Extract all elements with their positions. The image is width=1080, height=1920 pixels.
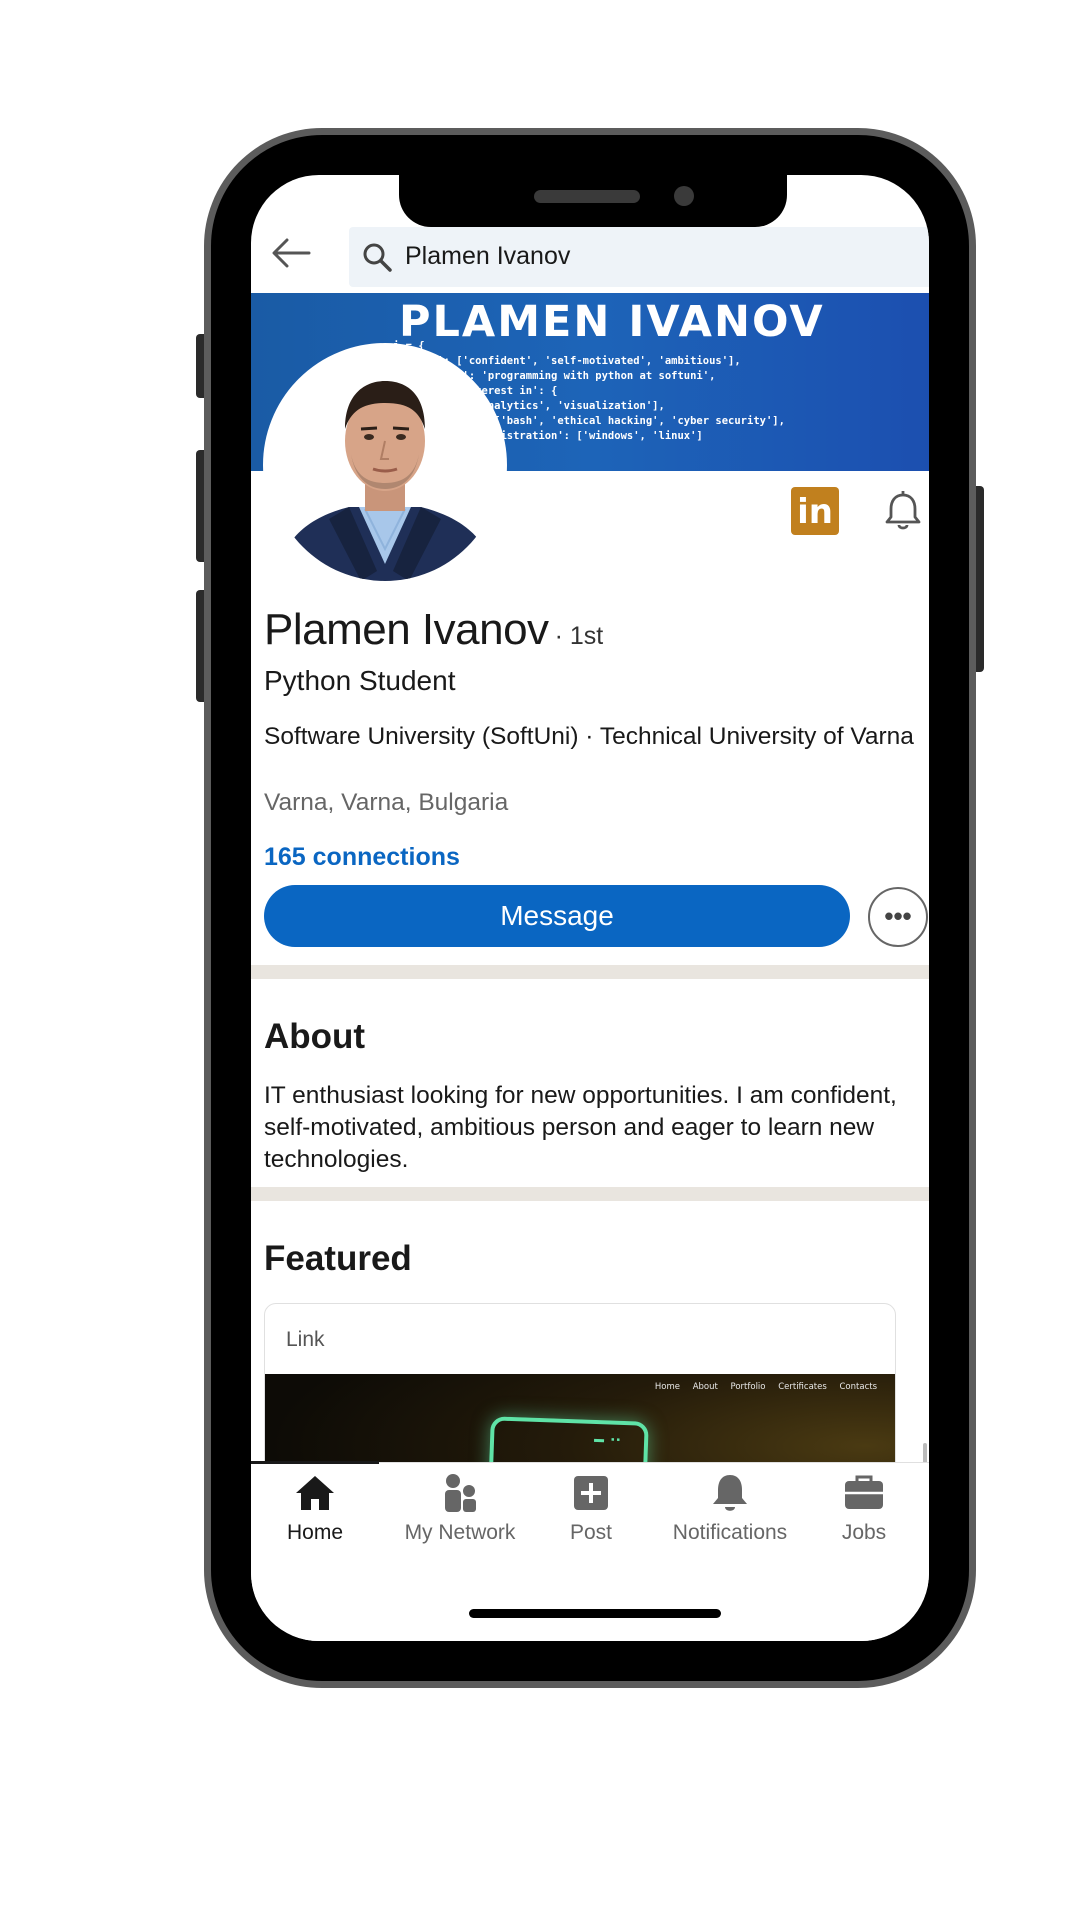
linkedin-badge-icon[interactable]: in (791, 487, 839, 535)
network-icon (445, 1474, 476, 1512)
profile-education: Software University (SoftUni) · Technica… (264, 723, 914, 750)
site-nav-item: Portfolio (730, 1382, 766, 1392)
search-query: Plamen Ivanov (405, 242, 571, 270)
profile-location: Varna, Varna, Bulgaria (264, 789, 509, 816)
notch (399, 175, 787, 227)
site-nav: Home About Portfolio Certificates Contac… (645, 1382, 877, 1392)
phone-graphic-detail: ▬ ▪▪ (593, 1433, 623, 1446)
section-divider (251, 1187, 929, 1201)
site-nav-item: About (692, 1382, 718, 1392)
tab-label: Jobs (841, 1521, 887, 1544)
tab-label: My Network (404, 1521, 516, 1544)
post-icon (574, 1476, 608, 1510)
bell-icon (713, 1475, 747, 1511)
tab-post[interactable]: Post (523, 1471, 659, 1545)
phone-frame: Plamen Ivanov PLAMEN IVANOV i = { 'I am'… (204, 128, 976, 1688)
camera (674, 186, 694, 206)
more-options-button[interactable]: ••• (868, 887, 928, 947)
connection-degree: · 1st (554, 622, 604, 650)
about-text: IT enthusiast looking for new opportunit… (264, 1082, 897, 1173)
featured-title: Featured (264, 1239, 412, 1278)
search-icon (363, 243, 392, 272)
bell-icon[interactable] (879, 487, 927, 535)
profile-name: Plamen Ivanov (264, 605, 549, 654)
about-title: About (264, 1017, 366, 1056)
tab-jobs[interactable]: Jobs (796, 1471, 929, 1545)
avatar-photo (269, 349, 501, 581)
home-indicator[interactable] (469, 1609, 721, 1618)
tab-my-network[interactable]: My Network (375, 1471, 545, 1545)
top-bar: Plamen Ivanov (251, 217, 929, 293)
profile-name-row: Plamen Ivanov · 1st (264, 605, 603, 655)
site-nav-item: Contacts (839, 1382, 878, 1392)
tab-label: Home (286, 1521, 344, 1544)
search-input[interactable]: Plamen Ivanov (349, 227, 929, 287)
back-arrow-icon[interactable] (269, 231, 313, 275)
active-tab-indicator (251, 1461, 379, 1464)
home-icon (296, 1476, 334, 1510)
avatar[interactable] (263, 343, 507, 587)
speaker (534, 190, 640, 203)
card-label: Link (286, 1328, 325, 1351)
connections-link[interactable]: 165 connections (264, 843, 460, 872)
message-button[interactable]: Message (264, 885, 850, 947)
tab-label: Notifications (672, 1521, 788, 1544)
site-nav-item: Certificates (778, 1382, 827, 1392)
briefcase-icon (845, 1475, 883, 1509)
profile-headline: Python Student (264, 665, 456, 696)
screen: Plamen Ivanov PLAMEN IVANOV i = { 'I am'… (251, 175, 929, 1641)
tab-notifications[interactable]: Notifications (645, 1471, 815, 1545)
section-divider (251, 965, 929, 979)
tab-label: Post (569, 1521, 613, 1544)
tab-home[interactable]: Home (251, 1471, 383, 1545)
site-nav-item: Home (654, 1382, 680, 1392)
